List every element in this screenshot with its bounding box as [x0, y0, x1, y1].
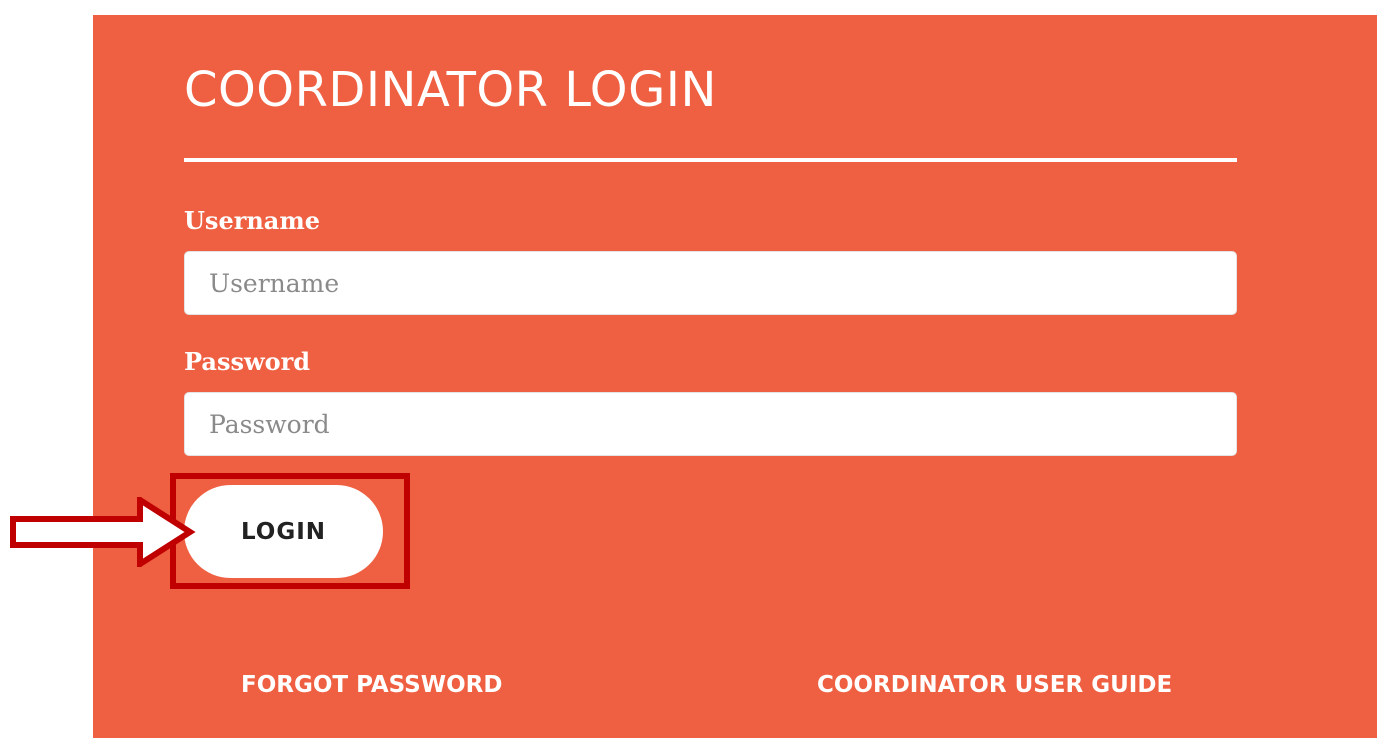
password-label: Password: [184, 347, 311, 376]
user-guide-link[interactable]: COORDINATOR USER GUIDE: [817, 672, 1172, 698]
page-title: COORDINATOR LOGIN: [184, 62, 717, 118]
password-input[interactable]: [184, 392, 1237, 456]
username-label: Username: [184, 206, 321, 235]
right-arrow-icon: [10, 497, 196, 567]
forgot-password-link[interactable]: FORGOT PASSWORD: [241, 672, 502, 698]
highlight-box: [170, 473, 410, 589]
title-divider: [184, 158, 1237, 162]
username-input[interactable]: [184, 251, 1237, 315]
login-panel: [93, 15, 1377, 738]
